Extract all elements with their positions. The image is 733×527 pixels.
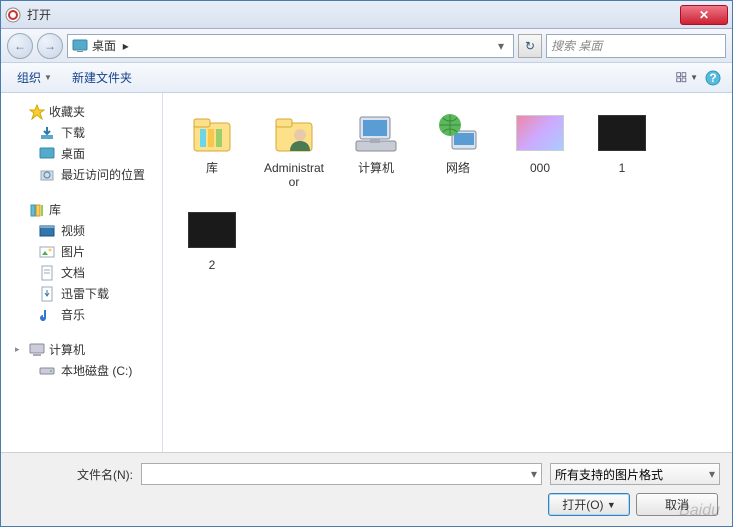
userfolder-icon: [270, 109, 318, 157]
item-image-1[interactable]: 1: [585, 105, 659, 194]
recent-icon: [39, 167, 55, 183]
item-image-000[interactable]: 000: [503, 105, 577, 194]
new-folder-button[interactable]: 新建文件夹: [64, 66, 140, 89]
chevron-down-icon[interactable]: ▾: [531, 467, 537, 481]
refresh-button[interactable]: ↻: [518, 34, 542, 58]
view-options-button[interactable]: ▼: [676, 67, 698, 89]
download-icon: [39, 125, 55, 141]
address-dropdown-icon[interactable]: ▾: [493, 39, 509, 53]
favorites-header[interactable]: 收藏夹: [1, 101, 159, 122]
image-thumb-icon: [598, 109, 646, 157]
network-icon: [434, 109, 482, 157]
open-dialog: 打开 ✕ ← → 桌面 ▸ ▾ ↻ 搜索 桌面 组织▼ 新建文件夹 ▼: [0, 0, 733, 527]
sidebar-item-recent[interactable]: 最近访问的位置: [1, 164, 159, 185]
address-bar[interactable]: 桌面 ▸ ▾: [67, 34, 514, 58]
organize-menu[interactable]: 组织▼: [9, 66, 60, 89]
items-grid: 库 Administrator 计算机: [175, 105, 720, 276]
desktop-icon: [72, 38, 88, 54]
sidebar: 收藏夹 下载 桌面 最近访问的位置: [1, 93, 159, 452]
picture-icon: [39, 244, 55, 260]
toolbar: 组织▼ 新建文件夹 ▼ ?: [1, 63, 732, 93]
filename-input[interactable]: ▾: [141, 463, 542, 485]
navbar: ← → 桌面 ▸ ▾ ↻ 搜索 桌面: [1, 29, 732, 63]
arrow-right-icon: →: [44, 39, 56, 53]
sidebar-item-pictures[interactable]: 图片: [1, 241, 159, 262]
search-placeholder: 搜索 桌面: [551, 37, 602, 54]
item-libraries[interactable]: 库: [175, 105, 249, 194]
footer: 文件名(N): ▾ 所有支持的图片格式 ▾ 打开(O) ▼ 取消: [1, 452, 732, 526]
sidebar-item-music[interactable]: 音乐: [1, 304, 159, 325]
sidebar-item-downloads[interactable]: 下载: [1, 122, 159, 143]
filetype-select[interactable]: 所有支持的图片格式 ▾: [550, 463, 720, 485]
sidebar-item-drive-c[interactable]: 本地磁盘 (C:): [1, 360, 159, 381]
star-icon: [29, 104, 45, 120]
image-thumb-icon: [188, 206, 236, 254]
titlebar: 打开 ✕: [1, 1, 732, 29]
refresh-icon: ↻: [525, 39, 535, 53]
item-image-2[interactable]: 2: [175, 202, 249, 276]
download-icon: [39, 286, 55, 302]
item-network[interactable]: 网络: [421, 105, 495, 194]
sidebar-item-videos[interactable]: 视频: [1, 220, 159, 241]
sidebar-item-documents[interactable]: 文档: [1, 262, 159, 283]
desktop-icon: [39, 146, 55, 162]
libraries-icon: [188, 109, 236, 157]
item-computer[interactable]: 计算机: [339, 105, 413, 194]
favorites-group: 收藏夹 下载 桌面 最近访问的位置: [1, 101, 159, 185]
svg-text:?: ?: [709, 71, 716, 85]
library-icon: [29, 202, 45, 218]
file-list-pane[interactable]: 库 Administrator 计算机: [163, 93, 732, 452]
filename-label: 文件名(N):: [13, 466, 133, 483]
document-icon: [39, 265, 55, 281]
content-area: 收藏夹 下载 桌面 最近访问的位置: [1, 93, 732, 452]
close-icon: ✕: [699, 8, 709, 22]
chevron-down-icon: ▼: [44, 73, 52, 82]
item-user[interactable]: Administrator: [257, 105, 331, 194]
arrow-left-icon: ←: [14, 39, 26, 53]
music-icon: [39, 307, 55, 323]
back-button[interactable]: ←: [7, 33, 33, 59]
libraries-header[interactable]: 库: [1, 199, 159, 220]
libraries-group: 库 视频 图片 文档 迅雷下载: [1, 199, 159, 325]
help-button[interactable]: ?: [702, 67, 724, 89]
computer-icon: [29, 342, 45, 358]
sidebar-item-desktop[interactable]: 桌面: [1, 143, 159, 164]
expand-icon: ▸: [15, 344, 25, 355]
drive-icon: [39, 363, 55, 379]
open-button[interactable]: 打开(O) ▼: [548, 493, 630, 516]
search-input[interactable]: 搜索 桌面: [546, 34, 726, 58]
app-icon: [5, 7, 21, 23]
sidebar-item-thunder[interactable]: 迅雷下载: [1, 283, 159, 304]
forward-button[interactable]: →: [37, 33, 63, 59]
address-text: 桌面 ▸: [92, 37, 493, 54]
window-title: 打开: [27, 6, 680, 23]
computer-header[interactable]: ▸ 计算机: [1, 339, 159, 360]
video-icon: [39, 223, 55, 239]
image-thumb-icon: [516, 109, 564, 157]
computer-icon: [352, 109, 400, 157]
chevron-down-icon: ▾: [709, 467, 715, 481]
chevron-down-icon: ▼: [690, 73, 698, 82]
close-button[interactable]: ✕: [680, 5, 728, 25]
cancel-button[interactable]: 取消: [636, 493, 718, 516]
computer-group: ▸ 计算机 本地磁盘 (C:): [1, 339, 159, 381]
